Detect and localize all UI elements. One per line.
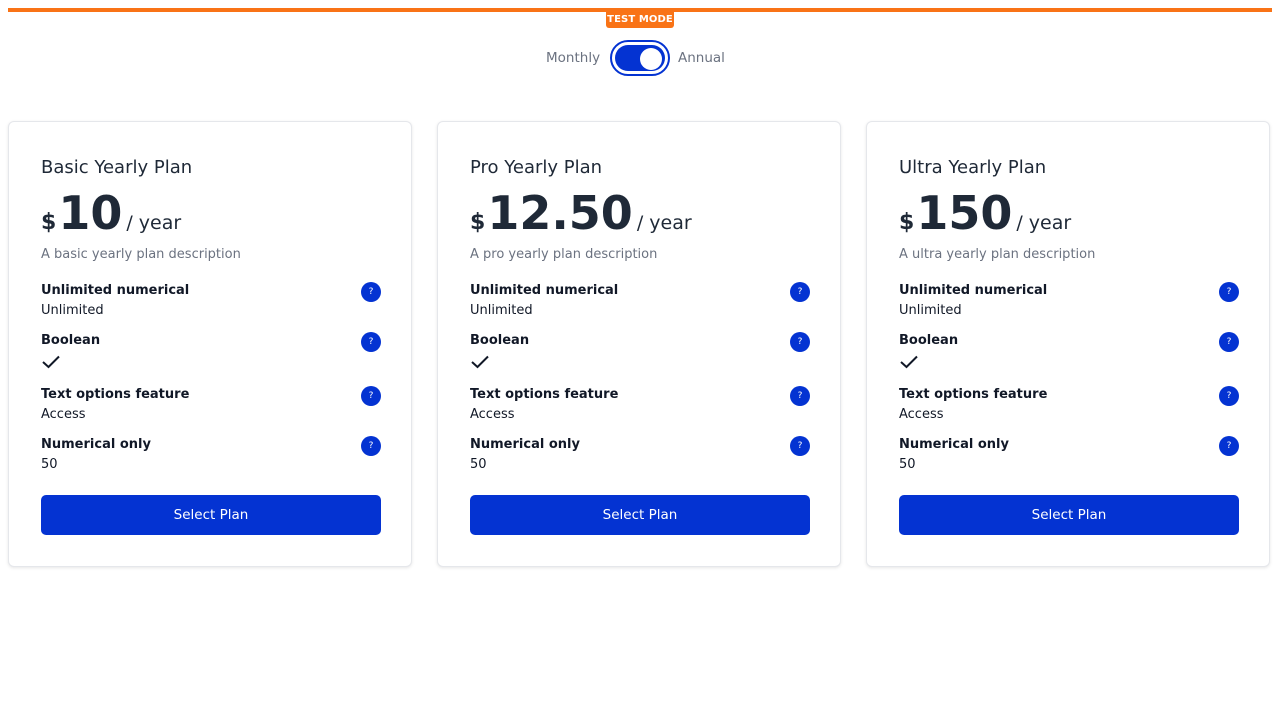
feature-unlimited-numerical: Unlimited numerical Unlimited ? bbox=[470, 282, 810, 320]
help-icon[interactable]: ? bbox=[361, 436, 381, 456]
feature-numerical-only: Numerical only 50 ? bbox=[899, 436, 1239, 474]
feature-name: Numerical only bbox=[899, 437, 1009, 452]
help-icon[interactable]: ? bbox=[361, 332, 381, 352]
feature-value: 50 bbox=[470, 457, 487, 472]
help-icon[interactable]: ? bbox=[1219, 282, 1239, 302]
feature-numerical-only: Numerical only 50 ? bbox=[470, 436, 810, 474]
price-currency: $ bbox=[899, 210, 915, 235]
feature-name: Boolean bbox=[41, 333, 101, 348]
price-currency: $ bbox=[470, 210, 486, 235]
check-icon bbox=[900, 355, 918, 369]
feature-text-options: Text options feature Access ? bbox=[41, 386, 381, 424]
plan-description: A ultra yearly plan description bbox=[899, 247, 1096, 262]
feature-name: Text options feature bbox=[41, 387, 190, 402]
feature-text-options: Text options feature Access ? bbox=[899, 386, 1239, 424]
help-icon[interactable]: ? bbox=[790, 386, 810, 406]
plan-name: Pro Yearly Plan bbox=[470, 157, 603, 178]
help-icon[interactable]: ? bbox=[1219, 386, 1239, 406]
help-icon[interactable]: ? bbox=[790, 436, 810, 456]
check-icon bbox=[42, 355, 60, 369]
plan-name: Basic Yearly Plan bbox=[41, 157, 193, 178]
plan-name: Ultra Yearly Plan bbox=[899, 157, 1047, 178]
plan-description: A pro yearly plan description bbox=[470, 247, 658, 262]
toggle-track bbox=[615, 45, 665, 71]
feature-boolean: Boolean ? bbox=[470, 332, 810, 374]
billing-period-toggle[interactable] bbox=[610, 40, 670, 76]
price-period: / year bbox=[1016, 212, 1072, 234]
price-currency: $ bbox=[41, 210, 57, 235]
feature-name: Numerical only bbox=[470, 437, 580, 452]
feature-value: Unlimited bbox=[470, 303, 533, 318]
help-icon[interactable]: ? bbox=[790, 282, 810, 302]
price: $150/ year bbox=[899, 188, 1071, 238]
plan-card-pro: Pro Yearly Plan $12.50/ year A pro yearl… bbox=[437, 121, 841, 567]
feature-text-options: Text options feature Access ? bbox=[470, 386, 810, 424]
price-amount: 150 bbox=[916, 186, 1013, 240]
feature-boolean: Boolean ? bbox=[41, 332, 381, 374]
plan-card-basic: Basic Yearly Plan $10/ year A basic year… bbox=[8, 121, 412, 567]
plan-description: A basic yearly plan description bbox=[41, 247, 241, 262]
help-icon[interactable]: ? bbox=[361, 386, 381, 406]
price: $12.50/ year bbox=[470, 188, 692, 238]
feature-name: Boolean bbox=[899, 333, 959, 348]
select-plan-button[interactable]: Select Plan bbox=[899, 495, 1239, 535]
feature-unlimited-numerical: Unlimited numerical Unlimited ? bbox=[41, 282, 381, 320]
price-period: / year bbox=[636, 212, 692, 234]
feature-numerical-only: Numerical only 50 ? bbox=[41, 436, 381, 474]
feature-boolean: Boolean ? bbox=[899, 332, 1239, 374]
feature-value: Unlimited bbox=[41, 303, 104, 318]
billing-toggle-row: Monthly Annual bbox=[0, 40, 1280, 76]
price: $10/ year bbox=[41, 188, 181, 238]
feature-name: Numerical only bbox=[41, 437, 151, 452]
price-period: / year bbox=[126, 212, 182, 234]
help-icon[interactable]: ? bbox=[790, 332, 810, 352]
feature-unlimited-numerical: Unlimited numerical Unlimited ? bbox=[899, 282, 1239, 320]
select-plan-button[interactable]: Select Plan bbox=[470, 495, 810, 535]
select-plan-button[interactable]: Select Plan bbox=[41, 495, 381, 535]
test-mode-badge: TEST MODE bbox=[606, 12, 674, 28]
plan-card-ultra: Ultra Yearly Plan $150/ year A ultra yea… bbox=[866, 121, 1270, 567]
feature-value: 50 bbox=[899, 457, 916, 472]
feature-value: 50 bbox=[41, 457, 58, 472]
feature-value: Unlimited bbox=[899, 303, 962, 318]
toggle-knob bbox=[640, 48, 662, 70]
feature-name: Unlimited numerical bbox=[899, 283, 1048, 298]
feature-value: Access bbox=[899, 407, 944, 422]
feature-value: Access bbox=[41, 407, 86, 422]
help-icon[interactable]: ? bbox=[1219, 332, 1239, 352]
monthly-label[interactable]: Monthly bbox=[546, 49, 600, 67]
annual-label[interactable]: Annual bbox=[678, 49, 725, 67]
check-icon bbox=[471, 355, 489, 369]
feature-name: Unlimited numerical bbox=[41, 283, 190, 298]
help-icon[interactable]: ? bbox=[361, 282, 381, 302]
feature-name: Boolean bbox=[470, 333, 530, 348]
feature-name: Unlimited numerical bbox=[470, 283, 619, 298]
price-amount: 10 bbox=[58, 186, 123, 240]
help-icon[interactable]: ? bbox=[1219, 436, 1239, 456]
feature-name: Text options feature bbox=[899, 387, 1048, 402]
price-amount: 12.50 bbox=[487, 186, 633, 240]
feature-value: Access bbox=[470, 407, 515, 422]
feature-name: Text options feature bbox=[470, 387, 619, 402]
